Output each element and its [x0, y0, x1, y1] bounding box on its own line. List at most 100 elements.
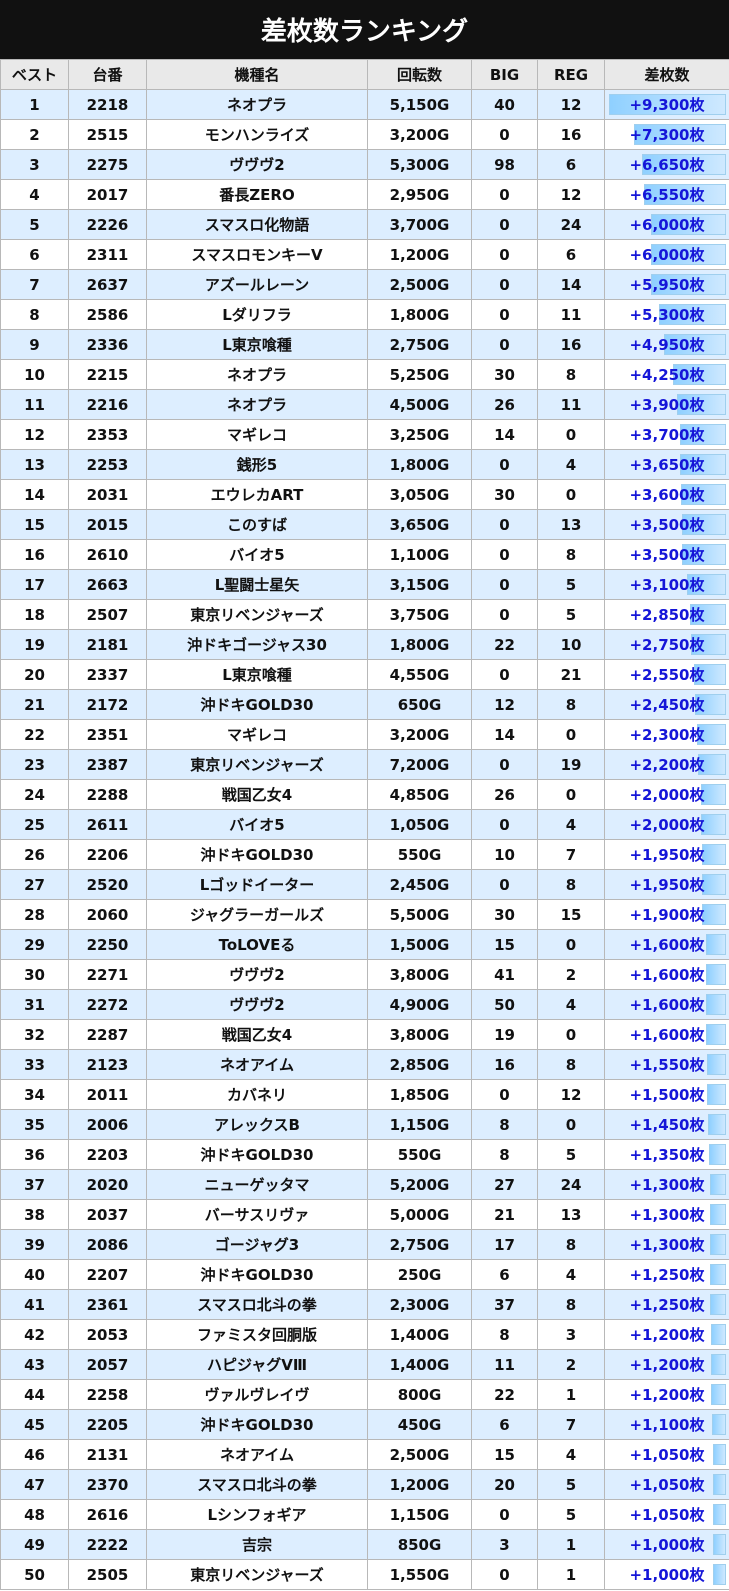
table-row: 7 2637 アズールレーン 2,500G 0 14 +5,950枚: [0, 269, 729, 300]
machine-name-cell: ToLOVEる: [146, 929, 368, 960]
big-cell: 50: [471, 989, 538, 1020]
diff-value: +3,600枚: [629, 486, 705, 504]
spins-cell: 2,750G: [367, 1229, 472, 1260]
big-cell: 0: [471, 299, 538, 330]
big-cell: 6: [471, 1409, 538, 1440]
table-row: 48 2616 Lシンフォギア 1,150G 0 5 +1,050枚: [0, 1499, 729, 1530]
machine-number-cell: 2258: [68, 1379, 147, 1410]
big-cell: 14: [471, 719, 538, 750]
rank-cell: 29: [0, 929, 69, 960]
rank-cell: 19: [0, 629, 69, 660]
spins-cell: 2,850G: [367, 1049, 472, 1080]
header-machine-number: 台番: [68, 59, 147, 90]
rank-cell: 10: [0, 359, 69, 390]
diff-cell: +1,600枚: [604, 959, 729, 990]
header-big: BIG: [471, 59, 538, 90]
machine-number-cell: 2037: [68, 1199, 147, 1230]
reg-cell: 0: [537, 1109, 605, 1140]
big-cell: 26: [471, 779, 538, 810]
diff-cell: +9,300枚: [604, 89, 729, 120]
rank-cell: 14: [0, 479, 69, 510]
machine-number-cell: 2250: [68, 929, 147, 960]
rank-cell: 13: [0, 449, 69, 480]
spins-cell: 5,300G: [367, 149, 472, 180]
rank-cell: 26: [0, 839, 69, 870]
diff-bar: [710, 1384, 726, 1405]
big-cell: 0: [471, 809, 538, 840]
machine-name-cell: 沖ドキゴージャス30: [146, 629, 368, 660]
reg-cell: 0: [537, 779, 605, 810]
machine-number-cell: 2207: [68, 1259, 147, 1290]
machine-number-cell: 2123: [68, 1049, 147, 1080]
spins-cell: 1,850G: [367, 1079, 472, 1110]
reg-cell: 11: [537, 299, 605, 330]
header-spins: 回転数: [367, 59, 472, 90]
machine-name-cell: 東京リベンジャーズ: [146, 1559, 368, 1590]
table-row: 22 2351 マギレコ 3,200G 14 0 +2,300枚: [0, 719, 729, 750]
reg-cell: 7: [537, 1409, 605, 1440]
diff-value: +1,050枚: [629, 1476, 705, 1494]
machine-number-cell: 2336: [68, 329, 147, 360]
table-row: 9 2336 L東京喰種 2,750G 0 16 +4,950枚: [0, 329, 729, 360]
table-row: 40 2207 沖ドキGOLD30 250G 6 4 +1,250枚: [0, 1259, 729, 1290]
diff-value: +1,100枚: [629, 1416, 705, 1434]
rank-cell: 28: [0, 899, 69, 930]
machine-number-cell: 2663: [68, 569, 147, 600]
diff-cell: +3,900枚: [604, 389, 729, 420]
big-cell: 6: [471, 1259, 538, 1290]
diff-value: +6,000枚: [629, 216, 705, 234]
diff-value: +2,000枚: [629, 786, 705, 804]
rank-cell: 8: [0, 299, 69, 330]
rank-cell: 9: [0, 329, 69, 360]
table-row: 14 2031 エウレカART 3,050G 30 0 +3,600枚: [0, 479, 729, 510]
machine-name-cell: ネオプラ: [146, 89, 368, 120]
big-cell: 15: [471, 1439, 538, 1470]
diff-bar: [702, 904, 726, 925]
big-cell: 22: [471, 1379, 538, 1410]
table-row: 29 2250 ToLOVEる 1,500G 15 0 +1,600枚: [0, 929, 729, 960]
reg-cell: 16: [537, 119, 605, 150]
spins-cell: 5,200G: [367, 1169, 472, 1200]
big-cell: 21: [471, 1199, 538, 1230]
spins-cell: 1,800G: [367, 629, 472, 660]
machine-number-cell: 2272: [68, 989, 147, 1020]
spins-cell: 4,900G: [367, 989, 472, 1020]
diff-value: +1,000枚: [629, 1536, 705, 1554]
reg-cell: 12: [537, 89, 605, 120]
diff-value: +6,000枚: [629, 246, 705, 264]
diff-value: +1,300枚: [629, 1176, 705, 1194]
diff-cell: +1,500枚: [604, 1079, 729, 1110]
spins-cell: 550G: [367, 1139, 472, 1170]
diff-cell: +3,100枚: [604, 569, 729, 600]
diff-bar: [710, 1324, 726, 1345]
machine-number-cell: 2131: [68, 1439, 147, 1470]
diff-cell: +1,250枚: [604, 1289, 729, 1320]
reg-cell: 5: [537, 569, 605, 600]
reg-cell: 5: [537, 599, 605, 630]
rank-cell: 33: [0, 1049, 69, 1080]
diff-bar: [710, 1294, 726, 1315]
machine-number-cell: 2060: [68, 899, 147, 930]
machine-number-cell: 2172: [68, 689, 147, 720]
reg-cell: 11: [537, 389, 605, 420]
big-cell: 27: [471, 1169, 538, 1200]
big-cell: 12: [471, 689, 538, 720]
table-row: 32 2287 戦国乙女4 3,800G 19 0 +1,600枚: [0, 1019, 729, 1050]
spins-cell: 450G: [367, 1409, 472, 1440]
machine-name-cell: 東京リベンジャーズ: [146, 599, 368, 630]
machine-name-cell: スマスロ北斗の拳: [146, 1469, 368, 1500]
spins-cell: 1,150G: [367, 1109, 472, 1140]
reg-cell: 14: [537, 269, 605, 300]
diff-value: +1,350枚: [629, 1146, 705, 1164]
machine-name-cell: ヴヴヴ2: [146, 149, 368, 180]
diff-cell: +6,000枚: [604, 239, 729, 270]
spins-cell: 5,150G: [367, 89, 472, 120]
spins-cell: 1,550G: [367, 1559, 472, 1590]
diff-value: +4,250枚: [629, 366, 705, 384]
machine-number-cell: 2053: [68, 1319, 147, 1350]
spins-cell: 550G: [367, 839, 472, 870]
table-row: 8 2586 Lダリフラ 1,800G 0 11 +5,300枚: [0, 299, 729, 330]
diff-value: +2,750枚: [629, 636, 705, 654]
diff-value: +5,300枚: [629, 306, 705, 324]
rank-cell: 3: [0, 149, 69, 180]
